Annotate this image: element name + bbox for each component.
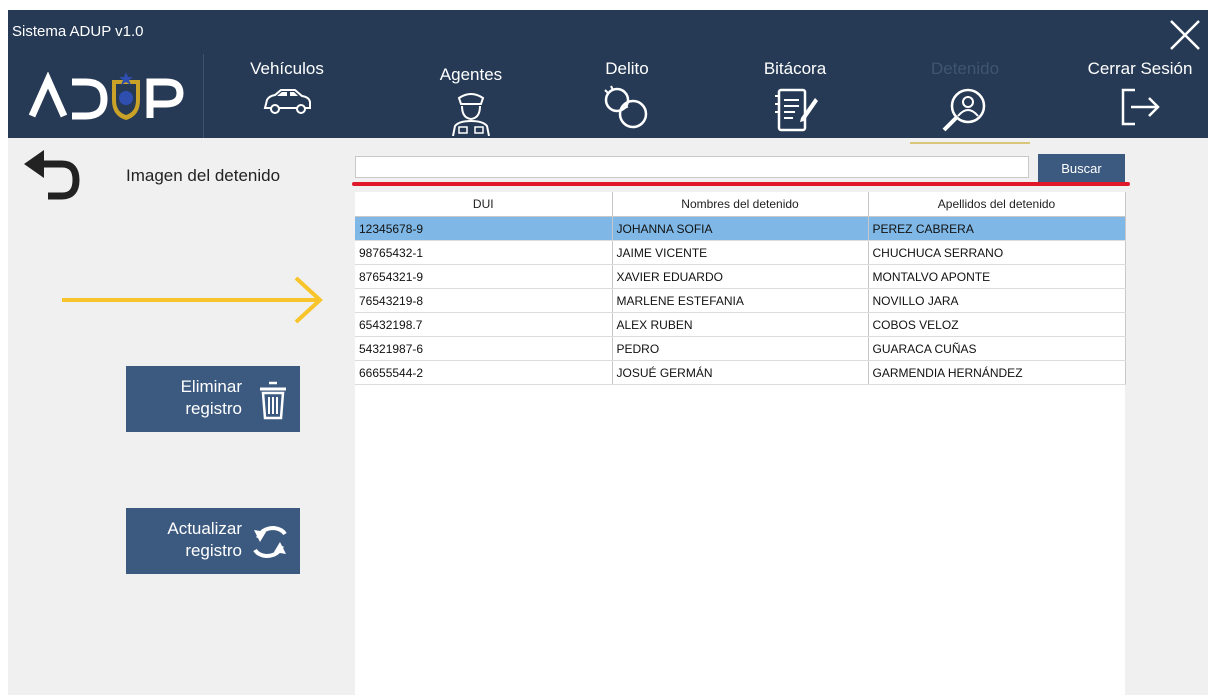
nav-vehiculos[interactable]: Vehículos: [212, 58, 362, 138]
cell-dui[interactable]: 66655544-2: [355, 360, 613, 385]
cell-nombres[interactable]: JOHANNA SOFIA: [612, 216, 869, 241]
cell-apellidos[interactable]: GUARACA CUÑAS: [868, 336, 1126, 361]
detainee-table[interactable]: DUI Nombres del detenido Apellidos del d…: [355, 192, 1126, 695]
annotation-underline: [352, 182, 1130, 186]
nav-label: Bitácora: [763, 59, 827, 78]
table-row[interactable]: 87654321-9 XAVIER EDUARDO MONTALVO APONTE: [355, 264, 1126, 289]
table-row[interactable]: 98765432-1 JAIME VICENTE CHUCHUCA SERRANO: [355, 240, 1126, 265]
search-button[interactable]: Buscar: [1038, 154, 1125, 184]
nav-label: Agentes: [439, 65, 503, 84]
logo-divider: [203, 54, 204, 138]
cell-dui[interactable]: 54321987-6: [355, 336, 613, 361]
handcuffs-icon: [604, 85, 648, 129]
logout-icon: [1121, 88, 1160, 126]
table-row[interactable]: 76543219-8 MARLENE ESTEFANIA NOVILLO JARA: [355, 288, 1126, 313]
app-title: Sistema ADUP v1.0: [12, 23, 144, 40]
nav-label: Cerrar Sesión: [1087, 59, 1193, 78]
cell-nombres[interactable]: JOSUÉ GERMÁN: [612, 360, 869, 385]
cell-dui[interactable]: 12345678-9: [355, 216, 613, 241]
cell-apellidos[interactable]: MONTALVO APONTE: [868, 264, 1126, 289]
cell-nombres[interactable]: MARLENE ESTEFANIA: [612, 288, 869, 313]
nav-delito[interactable]: Delito: [552, 58, 702, 138]
nav-label: Vehículos: [250, 59, 324, 78]
cell-dui[interactable]: 76543219-8: [355, 288, 613, 313]
header-bar: Sistema ADUP v1.0 Vehículos Agentes Deli…: [8, 10, 1208, 144]
cell-apellidos[interactable]: COBOS VELOZ: [868, 312, 1126, 337]
column-header-dui[interactable]: DUI: [355, 192, 613, 217]
nav-detenido[interactable]: Detenido: [890, 58, 1040, 144]
cell-nombres[interactable]: PEDRO: [612, 336, 869, 361]
update-label-line2: registro: [185, 541, 242, 560]
cell-apellidos[interactable]: GARMENDIA HERNÁNDEZ: [868, 360, 1126, 385]
nav-cerrar-sesion[interactable]: Cerrar Sesión: [1072, 58, 1208, 138]
active-tab-indicator: [910, 142, 1030, 144]
delete-record-button[interactable]: Eliminar registro: [126, 366, 300, 432]
cell-dui[interactable]: 98765432-1: [355, 240, 613, 265]
search-input[interactable]: [355, 156, 1029, 178]
nav-label: Delito: [605, 59, 649, 78]
delete-label-line2: registro: [185, 399, 242, 418]
cell-dui[interactable]: 87654321-9: [355, 264, 613, 289]
cell-nombres[interactable]: JAIME VICENTE: [612, 240, 869, 265]
adup-logo: [28, 71, 188, 122]
table-row[interactable]: 54321987-6 PEDRO GUARACA CUÑAS: [355, 336, 1126, 361]
table-row[interactable]: 12345678-9 JOHANNA SOFIA PEREZ CABRERA: [355, 216, 1126, 241]
table-row[interactable]: 65432198.7 ALEX RUBEN COBOS VELOZ: [355, 312, 1126, 337]
cell-nombres[interactable]: ALEX RUBEN: [612, 312, 869, 337]
police-agent-icon: [452, 93, 490, 136]
detainee-image-label: Imagen del detenido: [126, 166, 281, 185]
nav-label: Detenido: [930, 59, 1000, 78]
annotation-arrow: [62, 276, 323, 324]
update-label-line1: Actualizar: [167, 519, 242, 538]
close-icon[interactable]: [1166, 16, 1204, 54]
trash-icon: [260, 381, 286, 420]
column-header-apellidos[interactable]: Apellidos del detenido: [868, 192, 1126, 217]
nav-bitacora[interactable]: Bitácora: [720, 58, 870, 138]
table-header-row: DUI Nombres del detenido Apellidos del d…: [355, 192, 1126, 217]
nav-agentes[interactable]: Agentes: [396, 58, 546, 138]
column-header-nombres[interactable]: Nombres del detenido: [612, 192, 869, 217]
app-window: Sistema ADUP v1.0 Vehículos Agentes Deli…: [8, 10, 1208, 695]
update-record-button[interactable]: Actualizar registro: [126, 508, 300, 574]
cell-apellidos[interactable]: NOVILLO JARA: [868, 288, 1126, 313]
cell-nombres[interactable]: XAVIER EDUARDO: [612, 264, 869, 289]
delete-label-line1: Eliminar: [180, 377, 242, 396]
cell-apellidos[interactable]: CHUCHUCA SERRANO: [868, 240, 1126, 265]
logbook-icon: [775, 88, 818, 132]
cell-dui[interactable]: 65432198.7: [355, 312, 613, 337]
cell-apellidos[interactable]: PEREZ CABRERA: [868, 216, 1126, 241]
detainee-search-icon: [942, 88, 986, 132]
refresh-icon: [253, 525, 287, 559]
car-icon: [263, 89, 311, 114]
back-arrow-icon[interactable]: [20, 150, 82, 204]
table-row[interactable]: 66655544-2 JOSUÉ GERMÁN GARMENDIA HERNÁNDE…: [355, 360, 1126, 385]
